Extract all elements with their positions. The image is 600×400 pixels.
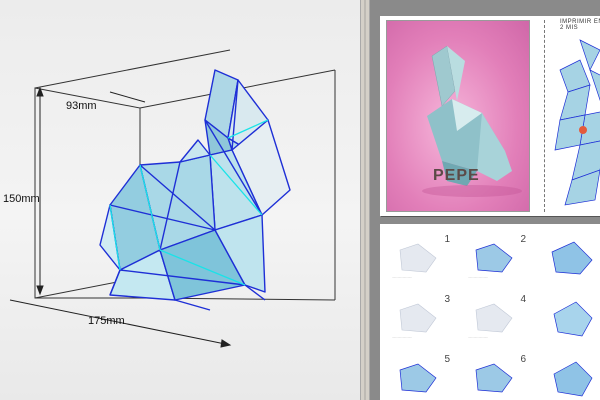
step-panel-3: 3 ........................ <box>388 292 454 344</box>
cut-line <box>544 20 545 212</box>
3d-viewport[interactable]: 93mm 150mm 175mm <box>0 0 360 400</box>
step-panel-extra-2 <box>540 292 600 344</box>
step-number: 5 <box>444 354 450 365</box>
step-panel-6: 6 <box>464 352 530 400</box>
preview-page-2[interactable]: 1 ........................ 2 ...........… <box>380 224 600 400</box>
step-caption: ........................ <box>468 335 489 339</box>
step-caption: ........................ <box>392 275 413 279</box>
print-preview-pane[interactable]: PEPE IMPRIMIR EN 1 Y 2 MIS 1 ...........… <box>370 0 600 400</box>
pane-splitter[interactable] <box>360 0 370 400</box>
cover-logo: PEPE <box>433 167 480 184</box>
width-dimension-label: 175mm <box>88 315 125 327</box>
step-panel-4: 4 ........................ <box>464 292 530 344</box>
step-panel-2: 2 ........................ <box>464 232 530 284</box>
depth-dimension-label: 93mm <box>66 100 97 112</box>
unfolded-pattern <box>554 39 600 206</box>
height-dimension-label: 150mm <box>3 193 40 205</box>
step-panel-extra-3 <box>540 352 600 400</box>
step-panel-5: 5 <box>388 352 454 400</box>
step-panel-extra-1 <box>540 232 600 284</box>
step-caption: ........................ <box>392 335 413 339</box>
step-number: 1 <box>444 234 450 245</box>
step-number: 2 <box>520 234 526 245</box>
preview-page-1[interactable]: PEPE IMPRIMIR EN 1 Y 2 MIS <box>380 16 600 216</box>
step-panel-1: 1 ........................ <box>388 232 454 284</box>
step-number: 4 <box>520 294 526 305</box>
step-caption: ........................ <box>468 275 489 279</box>
model-canvas[interactable] <box>0 0 360 400</box>
step-number: 6 <box>520 354 526 365</box>
cover-photo: PEPE <box>386 20 530 212</box>
step-number: 3 <box>444 294 450 305</box>
splitter-grip[interactable] <box>364 0 366 400</box>
